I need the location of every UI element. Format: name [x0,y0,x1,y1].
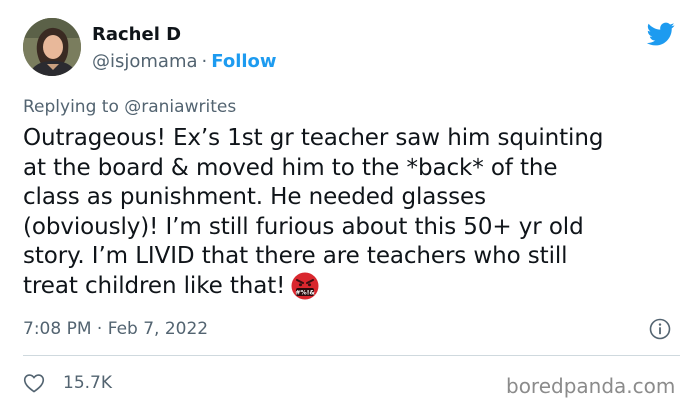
watermark: boredpanda.com [506,374,676,398]
tweet-text: Outrageous! Ex’s 1st gr teacher saw him … [23,124,683,308]
heart-icon[interactable] [23,373,45,393]
author-name[interactable]: Rachel D [92,24,181,46]
reply-mention-link[interactable]: @raniawrites [124,97,236,117]
avatar-image [23,18,81,76]
replying-to: Replying to @raniawrites [23,96,236,118]
avatar[interactable] [23,18,81,76]
tweet-text-line: story. I’m LIVID that there are teachers… [23,243,568,269]
author-handle[interactable]: @isjomama [92,51,198,72]
separator-dot: · [96,319,103,339]
tweet-text-line: Outrageous! Ex’s 1st gr teacher saw him … [23,125,604,151]
divider [23,355,680,356]
separator-dot: · [201,51,208,72]
follow-button[interactable]: Follow [211,51,276,72]
tweet-text-line: (obviously)! I’m still furious about thi… [23,213,584,240]
face-with-symbols-on-mouth-emoji: #%!& [291,272,319,309]
tweet-text-line: class as punishment. He needed glasses [23,184,486,210]
tweet-text-line: at the board & moved him to the *back* o… [23,154,558,181]
replying-to-label: Replying to [23,97,119,117]
tweet-time: 7:08 PM [23,319,92,339]
tweet-card: Rachel D @isjomama · Follow Replying to @r… [0,0,700,410]
info-icon[interactable] [649,318,671,340]
like-count: 15.7K [63,373,112,393]
tweet-text-line: treat children like that! [23,272,286,299]
emoji-symbol-text: #%!& [296,289,316,296]
twitter-bird-icon[interactable] [645,20,677,48]
tweet-date: Feb 7, 2022 [107,319,209,339]
author-handle-row: @isjomama · Follow [92,51,277,73]
tweet-text-line-last: treat children like that! #%!& [23,272,683,309]
tweet-timestamp[interactable]: 7:08 PM · Feb 7, 2022 [23,318,208,340]
